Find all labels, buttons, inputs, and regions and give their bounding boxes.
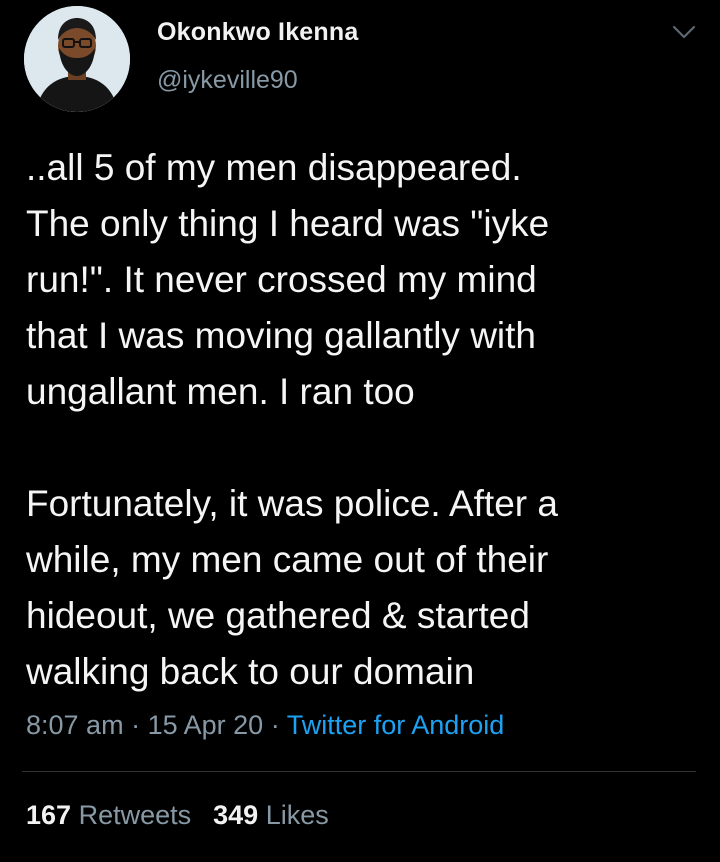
chevron-down-icon[interactable] (670, 22, 698, 42)
author-handle[interactable]: @iykeville90 (157, 66, 298, 95)
retweets-count: 167 (26, 800, 72, 830)
avatar[interactable] (24, 6, 130, 112)
divider (22, 771, 696, 772)
meta-separator: · (131, 710, 141, 740)
profile-avatar-illustration-icon (24, 6, 130, 112)
tweet-source-link[interactable]: Twitter for Android (287, 710, 505, 740)
tweet-time[interactable]: 8:07 am (26, 710, 124, 740)
tweet-date[interactable]: 15 Apr 20 (148, 710, 264, 740)
retweets-stat[interactable]: 167 Retweets (26, 800, 191, 830)
likes-stat[interactable]: 349 Likes (213, 800, 329, 830)
author-display-name[interactable]: Okonkwo Ikenna (157, 18, 358, 47)
tweet-text: ..all 5 of my men disappeared. The only … (26, 147, 558, 692)
tweet-meta: 8:07 am · 15 Apr 20 · Twitter for Androi… (26, 710, 504, 741)
likes-count: 349 (213, 800, 259, 830)
retweets-label: Retweets (78, 800, 192, 830)
tweet-header: Okonkwo Ikenna @iykeville90 (0, 0, 720, 120)
likes-label: Likes (265, 800, 329, 830)
tweet-stats: 167 Retweets 349 Likes (26, 800, 329, 831)
meta-separator: · (270, 710, 280, 740)
